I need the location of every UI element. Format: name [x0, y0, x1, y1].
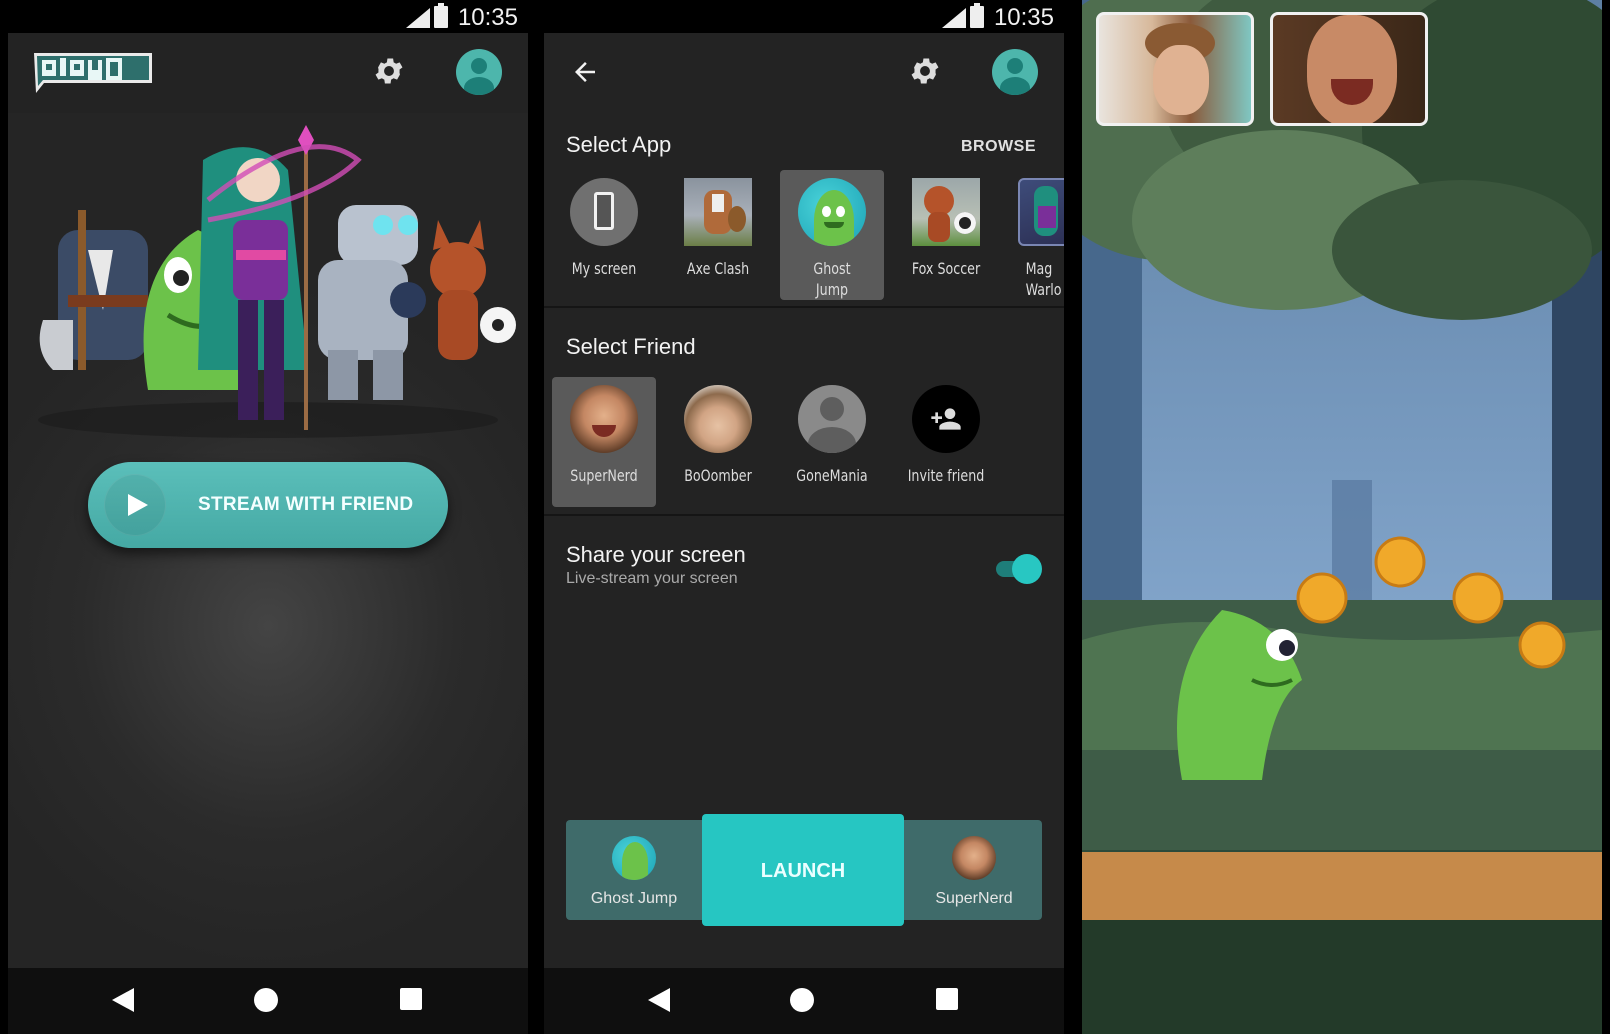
signal-icon	[406, 8, 430, 28]
stream-with-friend-button[interactable]: STREAM WITH FRIEND	[88, 462, 448, 548]
battery-icon	[970, 3, 984, 28]
section-divider	[544, 514, 1064, 516]
axe-clash-thumbnail	[684, 178, 752, 246]
ghost-jump-game-scene	[1082, 0, 1602, 1034]
app-tile-fox-soccer[interactable]: Fox Soccer	[894, 170, 998, 300]
app-tile-axe-clash[interactable]: Axe Clash	[666, 170, 770, 300]
home-screen: 10:35 STREAM WITH FRIEND	[8, 0, 528, 1034]
system-nav-bar	[544, 968, 1064, 1034]
battery-icon	[434, 3, 448, 28]
stream-button-label: STREAM WITH FRIEND	[198, 494, 414, 515]
settings-gear-icon[interactable]	[372, 54, 406, 88]
nav-home-icon[interactable]	[254, 988, 278, 1012]
signal-icon	[942, 8, 966, 28]
phone-icon	[570, 178, 638, 246]
launch-button[interactable]: LAUNCH	[702, 814, 904, 926]
friend-tile-gonemania[interactable]: GoneMania	[780, 377, 884, 507]
avatar-body-icon	[1000, 77, 1030, 95]
nav-home-icon[interactable]	[790, 988, 814, 1012]
game-screen[interactable]	[1082, 0, 1602, 1034]
launch-bar: Ghost Jump LAUNCH SuperNerd	[566, 814, 1042, 926]
video-feed-friend-2[interactable]	[1270, 12, 1428, 126]
app-bar	[544, 33, 1064, 113]
browse-apps-link[interactable]: BROWSE	[961, 138, 1036, 156]
play-button-circle	[104, 474, 166, 536]
mage-warlock-thumbnail	[1018, 178, 1064, 246]
default-avatar	[798, 385, 866, 453]
app-label: Ghost Jump	[813, 259, 851, 299]
toggle-knob	[1012, 554, 1042, 584]
share-screen-toggle[interactable]	[996, 553, 1042, 584]
section-divider	[544, 306, 1064, 308]
ghost-jump-thumbnail	[798, 178, 866, 246]
status-time: 10:35	[993, 4, 1054, 31]
nav-back-icon[interactable]	[112, 988, 134, 1012]
dwarf-character	[39, 210, 148, 370]
fox-character	[430, 220, 516, 360]
ghost-jump-mini-icon	[612, 836, 656, 880]
settings-gear-icon[interactable]	[908, 54, 942, 88]
app-bar	[8, 33, 528, 113]
friend-label: SuperNerd	[570, 466, 638, 485]
launch-selected-friend[interactable]: SuperNerd	[906, 820, 1042, 920]
launch-app-label: Ghost Jump	[590, 890, 678, 907]
app-tile-mage-warlock[interactable]: Mag Warlo	[1008, 170, 1064, 300]
share-screen-title: Share your screen	[566, 542, 746, 567]
hero-characters-illustration	[38, 125, 516, 438]
app-tile-my-screen[interactable]: My screen	[552, 170, 656, 300]
app-label: Mag Warlo	[1025, 259, 1062, 299]
friend-tile-booomber[interactable]: BoOomber	[666, 377, 770, 507]
launch-button-label: LAUNCH	[760, 860, 846, 882]
photo-avatar	[684, 385, 752, 453]
system-nav-bar	[8, 968, 528, 1034]
friend-label: BoOomber	[684, 466, 752, 485]
app-label: My screen	[571, 259, 637, 278]
robot-character	[318, 205, 426, 400]
avatar-head-icon	[471, 58, 487, 74]
select-friend-title: Select Friend	[566, 334, 696, 359]
profile-avatar-button[interactable]	[992, 49, 1038, 95]
nav-recents-icon[interactable]	[400, 988, 422, 1010]
fox-soccer-thumbnail	[912, 178, 980, 246]
play0-logo	[34, 53, 152, 93]
add-person-icon	[912, 385, 980, 453]
back-arrow-icon[interactable]	[570, 57, 600, 87]
photo-avatar	[570, 385, 638, 453]
select-app-title: Select App	[566, 132, 672, 157]
invite-friend-button[interactable]: Invite friend	[894, 377, 998, 507]
launch-selected-app[interactable]: Ghost Jump	[566, 820, 702, 920]
setup-screen: 10:35 Select App BROWSE My screen Axe Cl…	[544, 0, 1064, 1034]
app-tile-ghost-jump[interactable]: Ghost Jump	[780, 170, 884, 300]
launch-friend-label: SuperNerd	[935, 890, 1013, 907]
face-shape	[1307, 15, 1397, 123]
app-label: Fox Soccer	[911, 259, 981, 278]
nav-recents-icon[interactable]	[936, 988, 958, 1010]
supernerd-mini-avatar	[952, 836, 996, 880]
app-label: Axe Clash	[686, 259, 750, 278]
status-bar: 10:35	[8, 0, 528, 33]
status-bar: 10:35	[544, 0, 1064, 33]
profile-avatar-button[interactable]	[456, 49, 502, 95]
friend-label: Invite friend	[907, 466, 985, 485]
friend-label: GoneMania	[796, 466, 868, 485]
dirt-path	[1082, 852, 1602, 920]
nav-back-icon[interactable]	[648, 988, 670, 1012]
avatar-body-icon	[464, 77, 494, 95]
share-screen-subtitle: Live-stream your screen	[566, 570, 738, 587]
friend-tile-supernerd[interactable]: SuperNerd	[552, 377, 656, 507]
play-icon	[128, 494, 148, 516]
face-shape	[1153, 45, 1209, 115]
avatar-head-icon	[1007, 58, 1023, 74]
status-time: 10:35	[457, 4, 518, 31]
video-feed-friend-1[interactable]	[1096, 12, 1254, 126]
